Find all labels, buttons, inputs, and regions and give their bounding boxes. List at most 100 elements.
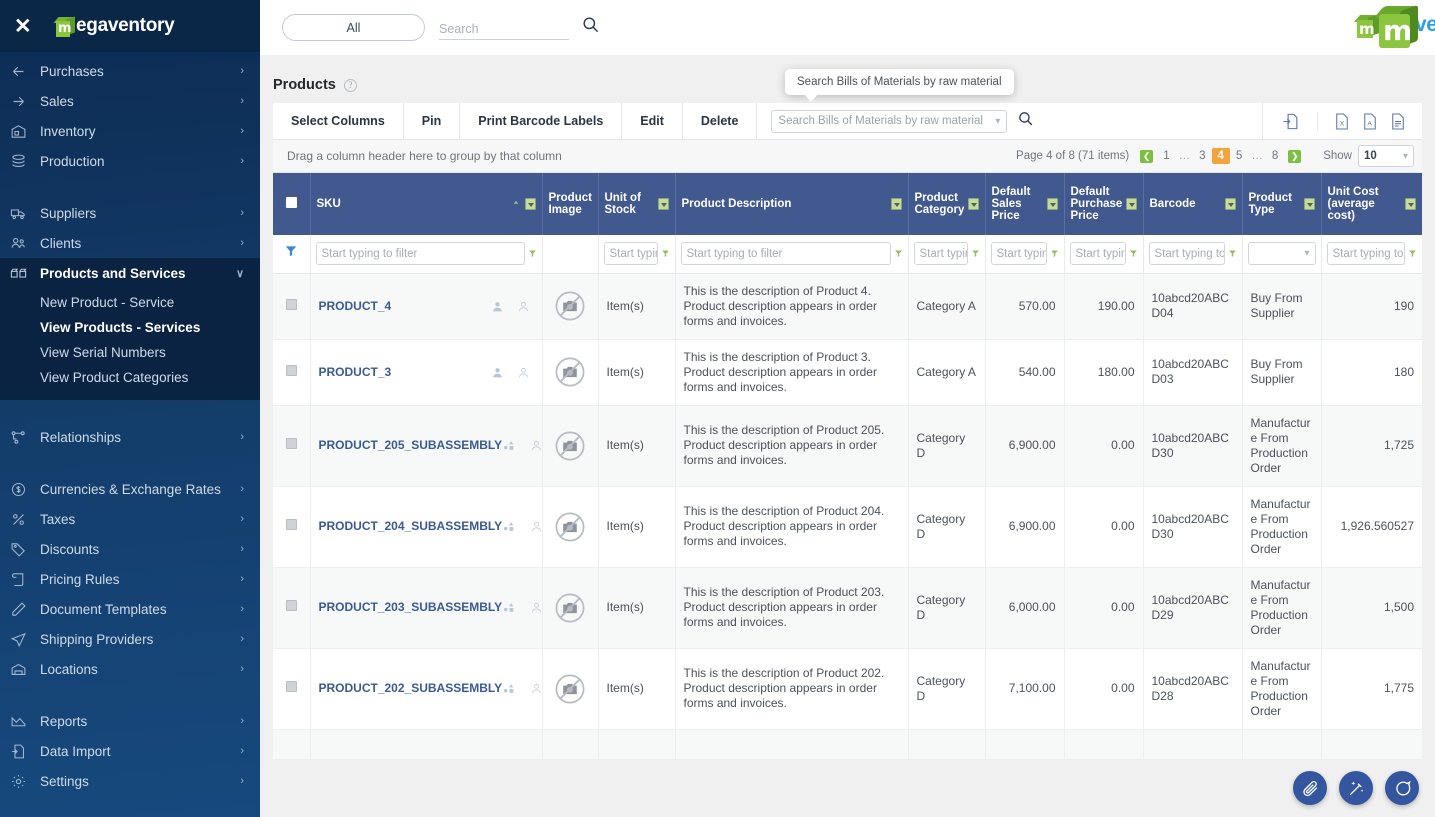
row-select-cell[interactable]: [273, 729, 311, 760]
filter-operator-icon[interactable]: [894, 248, 903, 259]
barcode-filter-cell[interactable]: Start typing to filter: [1143, 235, 1243, 274]
sku-cell[interactable]: PRODUCT_205_SUBASSEMBLY: [310, 405, 543, 487]
row-select-cell[interactable]: [273, 567, 311, 649]
sidebar-subitem-view-products-services[interactable]: View Products - Services: [0, 315, 260, 340]
sku-link[interactable]: PRODUCT_202_SUBASSEMBLY: [319, 681, 503, 696]
sku-cell[interactable]: PRODUCT_203_SUBASSEMBLY: [310, 567, 543, 649]
group-bar[interactable]: Drag a column header here to group by th…: [273, 140, 1422, 173]
product-type-filter-select[interactable]: ▾: [1247, 242, 1316, 266]
default-sales-price-filter-cell[interactable]: Start typing to filter: [985, 235, 1065, 274]
bom-icon[interactable]: [502, 682, 517, 695]
sku-cell[interactable]: PRODUCT_3: [310, 339, 543, 406]
table-row[interactable]: PRODUCT_204_SUBASSEMBLY Item(s) This is th…: [273, 486, 1422, 568]
export-excel-icon[interactable]: X: [1328, 112, 1356, 131]
prev-page-button[interactable]: ❮: [1140, 149, 1154, 163]
sidebar-subitem-view-product-categories[interactable]: View Product Categories: [0, 365, 260, 390]
sku-link[interactable]: PRODUCT_4: [319, 299, 392, 314]
barcode-filter-input[interactable]: Start typing to filter: [1148, 242, 1225, 266]
sidebar-item-clients[interactable]: Clients ›: [0, 228, 260, 258]
sidebar-item-locations[interactable]: Locations ›: [0, 654, 260, 684]
sidebar-item-document-templates[interactable]: Document Templates ›: [0, 594, 260, 624]
page-button-4-current[interactable]: 4: [1211, 148, 1230, 164]
product-category-filter-cell[interactable]: Start typing to filter: [908, 235, 986, 274]
page-button-5[interactable]: 5: [1230, 150, 1248, 162]
column-filter-icon[interactable]: [657, 198, 669, 210]
product-description-filter-input[interactable]: Start typing to filter: [680, 242, 891, 266]
sidebar-item-sales[interactable]: Sales ›: [0, 86, 260, 116]
sku-link[interactable]: PRODUCT_203_SUBASSEMBLY: [319, 600, 503, 615]
unit-cost-column[interactable]: Unit Cost (average cost): [1321, 173, 1422, 235]
unit-of-stock-filter-cell[interactable]: Start typing to filter: [598, 235, 676, 274]
page-size-select[interactable]: 10 ▾: [1358, 145, 1414, 167]
row-select-cell[interactable]: [273, 486, 311, 568]
row-checkbox[interactable]: [285, 438, 297, 449]
attachment-fab[interactable]: [1293, 771, 1327, 805]
default-sales-price-filter-input[interactable]: Start typing to filter: [990, 242, 1047, 266]
row-select-cell[interactable]: [273, 405, 311, 487]
table-row[interactable]: PRODUCT_203_SUBASSEMBLY Item(s) This is th…: [273, 567, 1422, 649]
pin-button[interactable]: Pin: [404, 103, 461, 139]
row-checkbox[interactable]: [285, 298, 297, 310]
sku-link[interactable]: PRODUCT_205_SUBASSEMBLY: [319, 438, 503, 453]
sort-icon[interactable]: [512, 200, 520, 209]
select-all-checkbox[interactable]: [285, 197, 297, 208]
column-filter-icon[interactable]: [524, 198, 536, 210]
client-icon[interactable]: [530, 682, 543, 695]
sku-cell[interactable]: [310, 729, 543, 760]
edit-button[interactable]: Edit: [622, 103, 683, 139]
sku-cell[interactable]: PRODUCT_4: [310, 273, 543, 340]
bom-icon[interactable]: [502, 601, 517, 614]
sidebar-item-relationships[interactable]: Relationships ›: [0, 422, 260, 452]
help-icon[interactable]: ?: [343, 78, 357, 92]
client-icon[interactable]: [517, 366, 530, 379]
client-icon[interactable]: [530, 439, 543, 452]
export-csv-icon[interactable]: [1384, 112, 1412, 131]
row-checkbox[interactable]: [285, 600, 297, 611]
table-row[interactable]: PRODUCT_205_SUBASSEMBLY Item(s) This is th…: [273, 405, 1422, 487]
import-file-icon[interactable]: [1263, 103, 1317, 140]
sku-link[interactable]: PRODUCT_3: [319, 365, 392, 380]
sku-cell[interactable]: PRODUCT_204_SUBASSEMBLY: [310, 486, 543, 568]
sidebar-item-settings[interactable]: Settings ›: [0, 766, 260, 796]
supplier-icon[interactable]: [491, 300, 504, 313]
sidebar-item-currencies[interactable]: Currencies & Exchange Rates ›: [0, 474, 260, 504]
sidebar-item-discounts[interactable]: Discounts ›: [0, 534, 260, 564]
select-columns-button[interactable]: Select Columns: [273, 103, 404, 139]
sidebar-item-products-and-services[interactable]: Products and Services ∨: [0, 258, 260, 288]
product-category-column[interactable]: Product Category: [908, 173, 986, 235]
filter-operator-icon[interactable]: [1408, 248, 1417, 259]
row-checkbox[interactable]: [285, 364, 297, 376]
column-filter-icon[interactable]: [1126, 198, 1138, 210]
search-icon[interactable]: [581, 15, 600, 39]
default-purchase-price-column[interactable]: Default Purchase Price: [1064, 173, 1144, 235]
table-row[interactable]: PRODUCT_202_SUBASSEMBLY Item(s) This is th…: [273, 648, 1422, 730]
sku-cell[interactable]: PRODUCT_202_SUBASSEMBLY: [310, 648, 543, 730]
sidebar-item-purchases[interactable]: Purchases ›: [0, 56, 260, 86]
magic-wand-fab[interactable]: [1339, 771, 1373, 805]
table-row[interactable]: PRODUCT_4 Item(s) This is the description …: [273, 273, 1422, 340]
page-button-3[interactable]: 3: [1193, 150, 1211, 162]
row-checkbox[interactable]: [285, 681, 297, 692]
barcode-column[interactable]: Barcode: [1143, 173, 1243, 235]
delete-button[interactable]: Delete: [683, 103, 758, 139]
page-button-1[interactable]: 1: [1157, 150, 1175, 162]
column-filter-icon[interactable]: [968, 198, 980, 210]
filter-operator-icon[interactable]: [1050, 248, 1059, 259]
column-filter-icon[interactable]: [1405, 198, 1416, 210]
client-icon[interactable]: [517, 300, 530, 313]
product-image-column[interactable]: Product Image: [542, 173, 599, 235]
product-description-column[interactable]: Product Description: [675, 173, 909, 235]
client-icon[interactable]: [530, 601, 543, 614]
sidebar-item-inventory[interactable]: Inventory ›: [0, 116, 260, 146]
sidebar-item-taxes[interactable]: Taxes ›: [0, 504, 260, 534]
row-select-cell[interactable]: [273, 648, 311, 730]
column-filter-icon[interactable]: [1303, 198, 1315, 210]
product-category-filter-input[interactable]: Start typing to filter: [913, 242, 968, 266]
supplier-icon[interactable]: [491, 366, 504, 379]
row-checkbox[interactable]: [285, 519, 297, 530]
column-filter-icon[interactable]: [890, 198, 902, 210]
sku-filter-input[interactable]: Start typing to filter: [315, 242, 525, 266]
sidebar-item-production[interactable]: Production ›: [0, 146, 260, 176]
sku-link[interactable]: PRODUCT_204_SUBASSEMBLY: [319, 519, 503, 534]
next-page-button[interactable]: ❯: [1288, 149, 1302, 163]
